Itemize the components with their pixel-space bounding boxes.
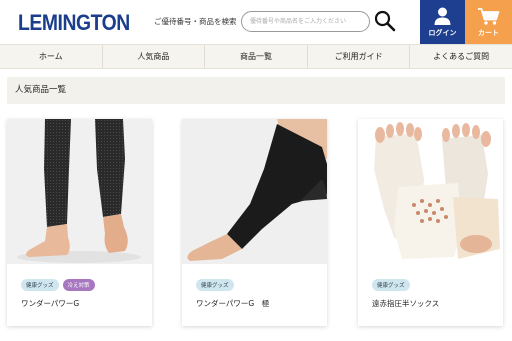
product-name[interactable]: ワンダーパワーG 極 xyxy=(196,298,269,309)
search-button[interactable] xyxy=(373,9,397,33)
cart-icon xyxy=(478,8,500,25)
tag-health: 健康グッズ xyxy=(196,279,234,291)
user-icon xyxy=(434,7,451,25)
product-image xyxy=(358,119,503,264)
site-header: LEMINGTON ご優待番号・商品を検索 ログイン カート xyxy=(0,0,512,44)
tag-list: 健康グッズ xyxy=(372,279,410,291)
product-image xyxy=(182,119,327,264)
cart-label: カート xyxy=(478,29,499,37)
search-input[interactable] xyxy=(241,11,370,32)
login-button[interactable]: ログイン xyxy=(420,0,465,44)
cart-button[interactable]: カート xyxy=(465,0,512,44)
nav-item-guide[interactable]: ご利用ガイド xyxy=(308,45,411,68)
tag-list: 健康グッズ xyxy=(196,279,234,291)
section-title: 人気商品一覧 xyxy=(7,77,505,104)
nav-item-products[interactable]: 商品一覧 xyxy=(205,45,308,68)
nav-item-popular[interactable]: 人気商品 xyxy=(103,45,206,68)
tag-list: 健康グッズ 冷え対策 xyxy=(21,279,95,291)
product-name[interactable]: 遠赤指圧半ソックス xyxy=(372,298,439,309)
nav-item-home[interactable]: ホーム xyxy=(0,45,103,68)
product-name[interactable]: ワンダーパワーG xyxy=(21,298,79,309)
login-label: ログイン xyxy=(428,29,457,37)
tag-cold: 冷え対策 xyxy=(62,279,95,291)
product-card[interactable]: 健康グッズ ワンダーパワーG 極 xyxy=(182,119,327,326)
main-nav: ホーム 人気商品 商品一覧 ご利用ガイド よくあるご質問 xyxy=(0,44,512,69)
product-image xyxy=(7,119,152,264)
tag-health: 健康グッズ xyxy=(21,279,59,291)
search-icon xyxy=(374,10,396,32)
tag-health: 健康グッズ xyxy=(372,279,410,291)
product-card[interactable]: 健康グッズ 冷え対策 ワンダーパワーG xyxy=(7,119,152,326)
search-label: ご優待番号・商品を検索 xyxy=(154,17,237,26)
nav-item-faq[interactable]: よくあるご質問 xyxy=(410,45,512,68)
site-logo[interactable]: LEMINGTON xyxy=(18,10,130,36)
product-card[interactable]: 健康グッズ 遠赤指圧半ソックス xyxy=(358,119,503,326)
